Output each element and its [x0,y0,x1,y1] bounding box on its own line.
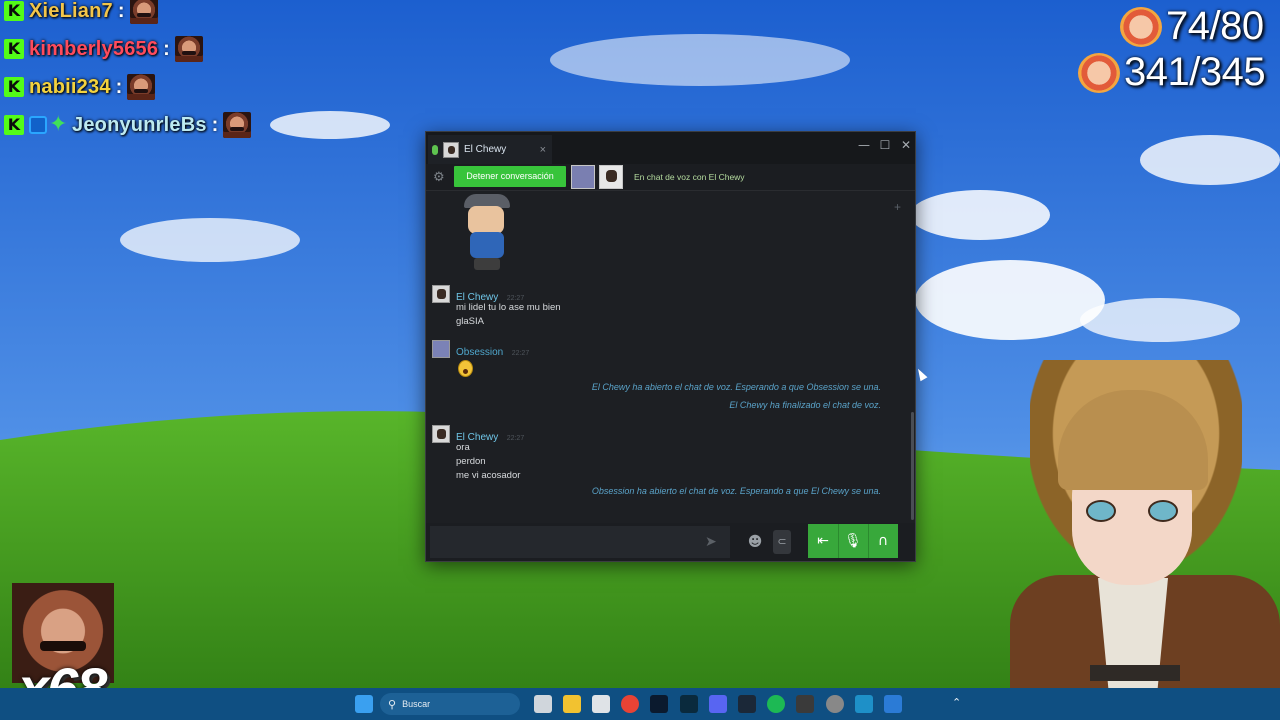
close-button[interactable]: ✕ [896,136,916,154]
steam-icon[interactable] [738,695,756,713]
store-icon[interactable] [592,695,610,713]
avatar[interactable] [432,340,450,358]
message-text: me vi acosador [456,470,521,481]
chat-line: K JeonyunrleBs : [4,110,252,140]
voice-status-text: En chat de voz con El Chewy [634,172,745,182]
chat-separator: : [117,0,125,22]
search-icon: ⚲ [388,697,397,711]
message-text: glaSIA [456,316,484,327]
sticker-image [456,194,526,274]
chat-username: JeonyunrleBs [72,113,207,136]
chat-line: K XieLian7 : [4,0,158,26]
character-face-icon [1078,52,1120,93]
obs-icon[interactable] [826,695,844,713]
tab-title: El Chewy [464,144,507,155]
avatar[interactable] [432,425,450,443]
message-author[interactable]: Obsession [456,347,503,358]
chat-window: El Chewy × — ☐ ✕ ⚙ Detener conversación … [425,131,916,562]
discord-icon[interactable] [709,695,727,713]
kick-badge-icon: K [4,115,24,135]
send-button[interactable]: ➤ [705,533,717,550]
subscriber-badge-icon [29,116,47,134]
voice-controls: ⇤ 🎙 ∩ [808,524,898,558]
leave-call-icon[interactable]: ⇤ [811,529,835,553]
headphones-icon[interactable]: ∩ [871,529,895,553]
maximize-button[interactable]: ☐ [875,136,895,154]
taskbar: ⚲ Buscar ⌃ [0,688,1280,720]
scrollbar[interactable] [911,412,914,520]
tab-close-button[interactable]: × [540,144,546,156]
avatar [443,141,459,158]
emote-icon [129,0,158,24]
search-label: Buscar [402,699,431,709]
chat-username: kimberly5656 [29,37,159,60]
composer-bar: ➤ ☻ ⊂ ⇤ 🎙 ∩ [426,523,915,561]
window-titlebar[interactable]: El Chewy × — ☐ ✕ [426,132,915,164]
message-input[interactable] [430,526,730,558]
app-icon[interactable] [884,695,902,713]
gear-icon[interactable]: ⚙ [433,170,445,185]
app-icon[interactable] [796,695,814,713]
system-message: El Chewy ha abierto el chat de voz. Espe… [591,382,881,392]
shocked-emoji-icon [458,360,473,377]
message-time: 22:27 [511,350,530,357]
voice-chat-bar: ⚙ Detener conversación En chat de voz co… [426,164,915,191]
add-friend-icon[interactable]: + [894,200,901,214]
message-text: mi lidel tu lo ase mu bien [456,302,561,313]
chat-line: K nabii234 : [4,72,156,102]
microphone-icon[interactable]: 🎙 [841,529,865,553]
participant-avatar [571,165,595,189]
message-text: perdon [456,456,486,467]
chat-username: nabii234 [29,75,111,98]
chat-line: K kimberly5656 : [4,34,203,64]
microphone-icon [432,144,438,155]
minimize-button[interactable]: — [854,136,874,154]
attach-button[interactable]: ⊂ [773,530,791,554]
chat-separator: : [115,75,123,98]
message-list[interactable]: + El Chewy 22:27 mi lidel tu lo ase mu b… [426,192,915,522]
vtube-studio-icon[interactable] [855,695,873,713]
system-message: Obsession ha abierto el chat de voz. Esp… [591,486,881,496]
chat-username: XieLian7 [29,0,113,22]
goal-counter: 74/80 [1120,4,1264,49]
emote-icon [127,74,156,100]
chat-separator: : [211,113,219,136]
chevron-up-icon[interactable]: ⌃ [952,696,961,709]
counter-value: 341/345 [1124,50,1266,94]
system-message: El Chewy ha finalizado el chat de voz. [729,400,881,410]
message-time: 22:27 [506,435,525,442]
kick-badge-icon: K [4,39,24,59]
stop-conversation-button[interactable]: Detener conversación [454,166,566,187]
tab-el-chewy[interactable]: El Chewy × [428,135,552,164]
kick-badge-icon: K [4,1,24,21]
task-view-icon[interactable] [534,695,552,713]
message-text: ora [456,442,470,453]
taskbar-search[interactable]: ⚲ Buscar [380,693,520,715]
vtuber-avatar [990,360,1280,695]
spotify-icon[interactable] [767,695,785,713]
goal-counter: 341/345 [1078,50,1266,95]
photoshop-icon[interactable] [650,695,668,713]
windows-start-icon[interactable] [355,695,373,713]
message-time: 22:27 [506,295,525,302]
emote-icon [223,112,252,138]
character-face-icon [1120,6,1162,47]
chat-separator: : [163,37,170,60]
chrome-icon[interactable] [621,695,639,713]
emoji-button[interactable]: ☻ [743,530,767,554]
emote-icon [174,36,203,62]
kick-badge-icon: K [4,77,24,97]
vscode-icon[interactable] [680,695,698,713]
counter-value: 74/80 [1166,4,1264,48]
participant-avatar [599,165,623,189]
file-explorer-icon[interactable] [563,695,581,713]
avatar[interactable] [432,285,450,303]
